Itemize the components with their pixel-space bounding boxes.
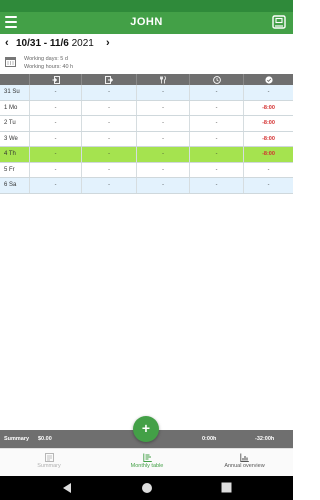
recents-icon[interactable] [221, 482, 232, 493]
header-day [0, 74, 30, 85]
working-days: Working days: 5 d [24, 56, 68, 62]
table-row[interactable]: 31 Su - - - - - [0, 85, 293, 101]
day-cell: 31 Su [0, 85, 30, 100]
clock-in-cell: - [30, 100, 82, 115]
app-title: JOHN [130, 16, 163, 28]
date-navigator: ‹ 10/31 - 11/6 2021 › [0, 34, 293, 52]
balance-cell: - [267, 89, 270, 96]
cutlery-icon [160, 75, 166, 83]
clock-out-cell: - [82, 100, 137, 115]
annual-overview-icon [240, 453, 249, 462]
balance-cell: -8:00 [262, 135, 275, 142]
tab-summary[interactable]: Summary [0, 449, 98, 477]
duration-cell: - [190, 147, 244, 162]
duration-cell: - [190, 116, 244, 131]
working-hours: Working hours: 40 h [24, 64, 74, 70]
range-end: 11/6 [49, 38, 69, 49]
range-start: 10/31 [16, 38, 42, 49]
header-clock-in [30, 74, 82, 85]
tab-summary-label: Summary [37, 463, 61, 469]
clock-out-cell: - [82, 131, 137, 146]
summary-hours: 0:00h [202, 436, 217, 442]
table-row[interactable]: 3 We - - - - -8:00 [0, 131, 293, 147]
balance-cell: - [267, 182, 270, 189]
clock-in-cell: - [30, 131, 82, 146]
bottom-navigation: Summary Monthly table Annual overview [0, 448, 293, 476]
summary-balance: -32:00h [255, 436, 275, 442]
week-table: 31 Su - - - - - 1 Mo - - - - -8:00 2 Tu … [0, 85, 293, 194]
day-cell: 2 Tu [0, 116, 30, 131]
break-cell: - [137, 131, 190, 146]
tab-monthly-table-label: Monthly table [130, 463, 164, 469]
tab-annual-overview[interactable]: Annual overview [196, 449, 293, 477]
table-row[interactable]: 2 Tu - - - - -8:00 [0, 116, 293, 132]
export-icon[interactable] [272, 15, 286, 29]
summary-amount: $0.00 [38, 436, 52, 442]
date-range: 10/31 - 11/6 2021 [16, 38, 94, 49]
range-year: 2021 [71, 38, 94, 49]
clock-in-icon [52, 75, 60, 84]
clock-out-cell: - [82, 116, 137, 131]
duration-cell: - [190, 178, 244, 193]
system-navigation-bar [0, 476, 293, 500]
status-bar [0, 0, 293, 12]
clock-in-cell: - [30, 116, 82, 131]
clock-in-cell: - [30, 147, 82, 162]
summary-label: Summary [4, 436, 30, 442]
balance-cell: - [267, 166, 270, 173]
clock-in-cell: - [30, 178, 82, 193]
clock-out-cell: - [82, 178, 137, 193]
day-cell: 4 Th [0, 147, 30, 162]
summary-icon [44, 453, 54, 462]
clock-icon [212, 75, 221, 84]
header-break [137, 74, 190, 85]
add-entry-button[interactable]: + [133, 416, 159, 442]
duration-cell: - [190, 85, 244, 100]
break-cell: - [137, 147, 190, 162]
break-cell: - [137, 85, 190, 100]
tab-annual-overview-label: Annual overview [224, 463, 265, 469]
table-row[interactable]: 5 Fr - - - - - [0, 162, 293, 178]
balance-cell: -8:00 [262, 151, 275, 158]
clock-out-cell: - [82, 85, 137, 100]
clock-in-cell: - [30, 162, 82, 177]
break-cell: - [137, 100, 190, 115]
header-duration [190, 74, 244, 85]
previous-week-button[interactable]: ‹ [5, 37, 9, 49]
break-cell: - [137, 116, 190, 131]
break-cell: - [137, 162, 190, 177]
balance-cell: -8:00 [262, 120, 275, 127]
next-week-button[interactable]: › [106, 37, 110, 49]
day-cell: 6 Sa [0, 178, 30, 193]
clock-in-cell: - [30, 85, 82, 100]
day-cell: 3 We [0, 131, 30, 146]
app-bar: JOHN [0, 12, 293, 34]
day-cell: 5 Fr [0, 162, 30, 177]
table-row[interactable]: 4 Th - - - - -8:00 [0, 147, 293, 163]
home-icon[interactable] [141, 482, 153, 494]
clock-out-icon [105, 75, 113, 84]
clock-out-cell: - [82, 162, 137, 177]
header-balance [244, 74, 293, 85]
tab-monthly-table[interactable]: Monthly table [98, 449, 196, 477]
duration-cell: - [190, 100, 244, 115]
day-cell: 1 Mo [0, 100, 30, 115]
table-row[interactable]: 6 Sa - - - - - [0, 178, 293, 194]
duration-cell: - [190, 131, 244, 146]
duration-cell: - [190, 162, 244, 177]
clock-out-cell: - [82, 147, 137, 162]
monthly-table-icon [142, 453, 152, 462]
balance-cell: -8:00 [262, 104, 275, 111]
table-row[interactable]: 1 Mo - - - - -8:00 [0, 100, 293, 116]
header-clock-out [82, 74, 137, 85]
check-circle-icon [264, 75, 273, 84]
back-icon[interactable] [62, 482, 72, 494]
calendar-icon [5, 57, 16, 67]
table-header [0, 74, 293, 85]
break-cell: - [137, 178, 190, 193]
work-info: Working days: 5 d Working hours: 40 h [0, 53, 293, 73]
